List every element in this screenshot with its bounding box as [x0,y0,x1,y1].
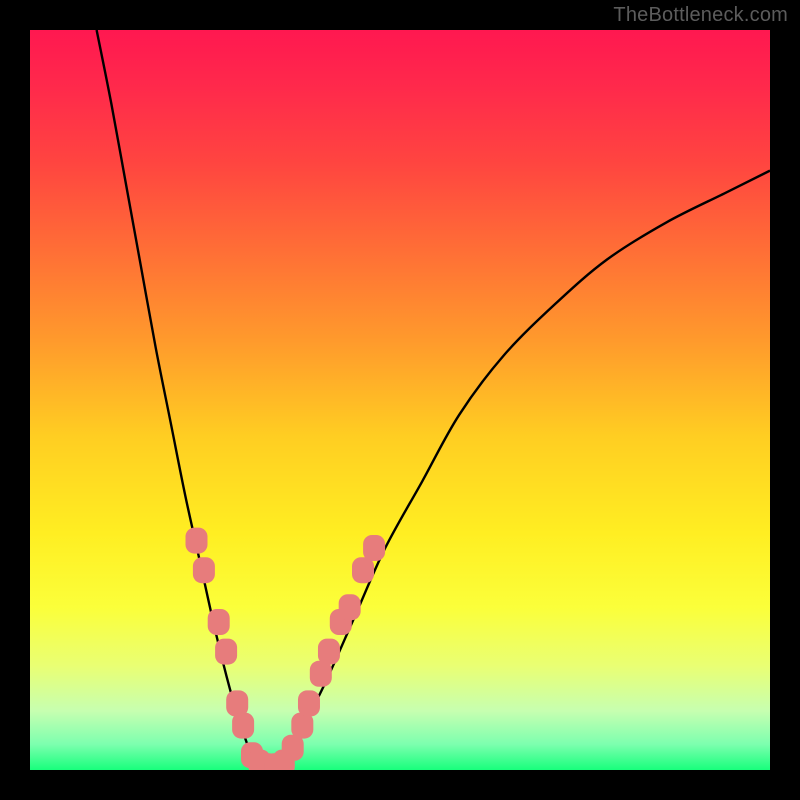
marker-point [318,639,340,665]
chart-stage: TheBottleneck.com [0,0,800,800]
marker-point [363,535,385,561]
chart-svg [0,0,800,800]
marker-point [291,713,313,739]
marker-point [186,528,208,554]
marker-point [208,609,230,635]
plot-background [30,30,770,770]
marker-point [193,557,215,583]
watermark-text: TheBottleneck.com [613,4,788,27]
marker-point [298,690,320,716]
marker-point [352,557,374,583]
marker-point [232,713,254,739]
marker-point [226,690,248,716]
marker-point [282,735,304,761]
marker-point [310,661,332,687]
marker-point [339,594,361,620]
marker-point [215,639,237,665]
